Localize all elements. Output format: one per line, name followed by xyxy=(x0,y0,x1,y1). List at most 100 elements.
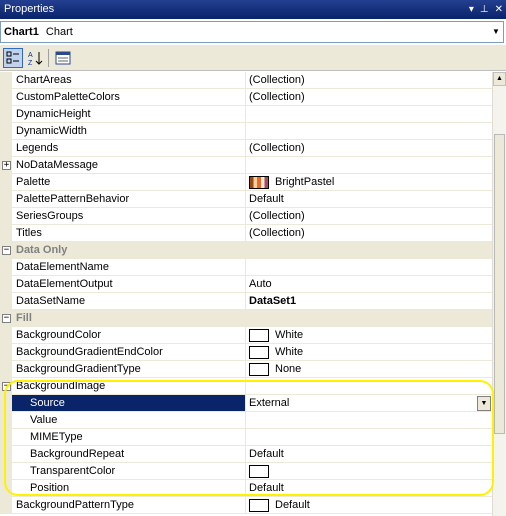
property-row[interactable]: Source External ▼ xyxy=(0,395,492,412)
property-row[interactable]: DynamicWidth xyxy=(0,123,492,140)
property-row[interactable]: DataElementOutput Auto xyxy=(0,276,492,293)
category-row[interactable]: − Fill xyxy=(0,310,492,327)
property-row[interactable]: Position Default xyxy=(0,480,492,497)
expand-icon[interactable]: + xyxy=(2,161,11,170)
property-pages-icon xyxy=(55,51,71,65)
property-name[interactable]: DataElementName xyxy=(12,259,246,276)
property-value[interactable] xyxy=(246,429,492,446)
property-name[interactable]: NoDataMessage xyxy=(12,157,246,174)
property-value[interactable] xyxy=(246,106,492,123)
pin-icon[interactable]: ⊥ xyxy=(480,0,489,19)
property-name[interactable]: PalettePatternBehavior xyxy=(12,191,246,208)
categorized-button[interactable] xyxy=(3,48,23,68)
property-value[interactable]: Default xyxy=(246,191,492,208)
property-row[interactable]: Titles (Collection) xyxy=(0,225,492,242)
property-name[interactable]: Source xyxy=(12,395,246,412)
property-row[interactable]: Palette BrightPastel xyxy=(0,174,492,191)
vertical-scrollbar[interactable]: ▲ xyxy=(492,72,506,516)
property-value[interactable]: (Collection) xyxy=(246,89,492,106)
property-name[interactable]: Legends xyxy=(12,140,246,157)
property-row[interactable]: BackgroundGradientType None xyxy=(0,361,492,378)
scroll-thumb[interactable] xyxy=(494,134,505,434)
svg-text:A: A xyxy=(28,52,33,59)
property-row[interactable]: DynamicHeight xyxy=(0,106,492,123)
property-value-text: Default xyxy=(275,499,310,511)
property-name[interactable]: Titles xyxy=(12,225,246,242)
color-swatch xyxy=(249,464,269,478)
property-name[interactable]: Position xyxy=(12,480,246,497)
property-value[interactable]: Default xyxy=(246,497,492,514)
property-value[interactable]: DataSet1 xyxy=(246,293,492,310)
property-value[interactable]: (Collection) xyxy=(246,72,492,89)
property-name[interactable]: MIMEType xyxy=(12,429,246,446)
property-name[interactable]: BackgroundColor xyxy=(12,327,246,344)
property-name[interactable]: BackgroundGradientEndColor xyxy=(12,344,246,361)
property-row[interactable]: CustomPaletteColors (Collection) xyxy=(0,89,492,106)
property-name[interactable]: CustomPaletteColors xyxy=(12,89,246,106)
property-name[interactable]: Value xyxy=(12,412,246,429)
property-row[interactable]: PalettePatternBehavior Default xyxy=(0,191,492,208)
property-name[interactable]: ChartAreas xyxy=(12,72,246,89)
collapse-icon[interactable]: − xyxy=(2,246,11,255)
category-row[interactable]: − Data Only xyxy=(0,242,492,259)
row-gutter xyxy=(0,446,12,463)
property-value[interactable] xyxy=(246,259,492,276)
dropdown-arrow-icon[interactable]: ▼ xyxy=(477,396,491,411)
categorized-icon xyxy=(6,51,19,64)
scroll-up-icon[interactable]: ▲ xyxy=(493,72,506,86)
property-value[interactable]: (Collection) xyxy=(246,208,492,225)
property-value[interactable]: External ▼ xyxy=(246,395,492,412)
property-name[interactable]: Palette xyxy=(12,174,246,191)
property-value-text: (Collection) xyxy=(249,91,305,103)
chevron-down-icon[interactable]: ▼ xyxy=(489,22,503,42)
property-name[interactable]: SeriesGroups xyxy=(12,208,246,225)
property-pages-button[interactable] xyxy=(53,48,73,68)
property-row[interactable]: Value xyxy=(0,412,492,429)
category-label: Fill xyxy=(16,312,32,324)
window-dropdown-icon[interactable]: ▾ xyxy=(469,0,474,19)
property-value[interactable] xyxy=(246,412,492,429)
property-row[interactable]: MIMEType xyxy=(0,429,492,446)
property-value[interactable]: Default xyxy=(246,446,492,463)
property-name[interactable]: TransparentColor xyxy=(12,463,246,480)
collapse-icon[interactable]: − xyxy=(2,314,11,323)
close-icon[interactable]: ✕ xyxy=(495,0,503,19)
property-row[interactable]: − BackgroundImage xyxy=(0,378,492,395)
property-value[interactable]: BrightPastel xyxy=(246,174,492,191)
property-value[interactable]: None xyxy=(246,361,492,378)
property-row[interactable]: BackgroundGradientEndColor White xyxy=(0,344,492,361)
property-row[interactable]: TransparentColor xyxy=(0,463,492,480)
property-row[interactable]: DataElementName xyxy=(0,259,492,276)
collapse-icon[interactable]: − xyxy=(2,382,11,391)
property-row[interactable]: SeriesGroups (Collection) xyxy=(0,208,492,225)
property-row[interactable]: BackgroundPatternType Default xyxy=(0,497,492,514)
property-value[interactable]: White xyxy=(246,327,492,344)
property-name[interactable]: DynamicWidth xyxy=(12,123,246,140)
property-name[interactable]: BackgroundRepeat xyxy=(12,446,246,463)
property-row[interactable]: BackgroundColor White xyxy=(0,327,492,344)
property-value[interactable]: (Collection) xyxy=(246,140,492,157)
property-value[interactable]: Default xyxy=(246,480,492,497)
property-row[interactable]: DataSetName DataSet1 xyxy=(0,293,492,310)
property-value[interactable] xyxy=(246,123,492,140)
property-row[interactable]: + NoDataMessage xyxy=(0,157,492,174)
property-value[interactable]: (Collection) xyxy=(246,225,492,242)
property-name[interactable]: BackgroundPatternType xyxy=(12,497,246,514)
property-name[interactable]: DynamicHeight xyxy=(12,106,246,123)
svg-text:Z: Z xyxy=(28,60,33,66)
property-value[interactable]: Auto xyxy=(246,276,492,293)
property-value[interactable] xyxy=(246,157,492,174)
property-value[interactable]: White xyxy=(246,344,492,361)
property-value[interactable] xyxy=(246,378,492,395)
property-name[interactable]: DataSetName xyxy=(12,293,246,310)
property-row[interactable]: ChartAreas (Collection) xyxy=(0,72,492,89)
property-row[interactable]: Legends (Collection) xyxy=(0,140,492,157)
property-name[interactable]: DataElementOutput xyxy=(12,276,246,293)
property-row[interactable]: BackgroundRepeat Default xyxy=(0,446,492,463)
row-gutter xyxy=(0,174,12,191)
object-selector[interactable]: Chart1 Chart ▼ xyxy=(0,21,504,43)
alphabetical-button[interactable]: A Z xyxy=(25,48,45,68)
property-value[interactable] xyxy=(246,463,492,480)
property-name[interactable]: BackgroundGradientType xyxy=(12,361,246,378)
property-name[interactable]: BackgroundImage xyxy=(12,378,246,395)
